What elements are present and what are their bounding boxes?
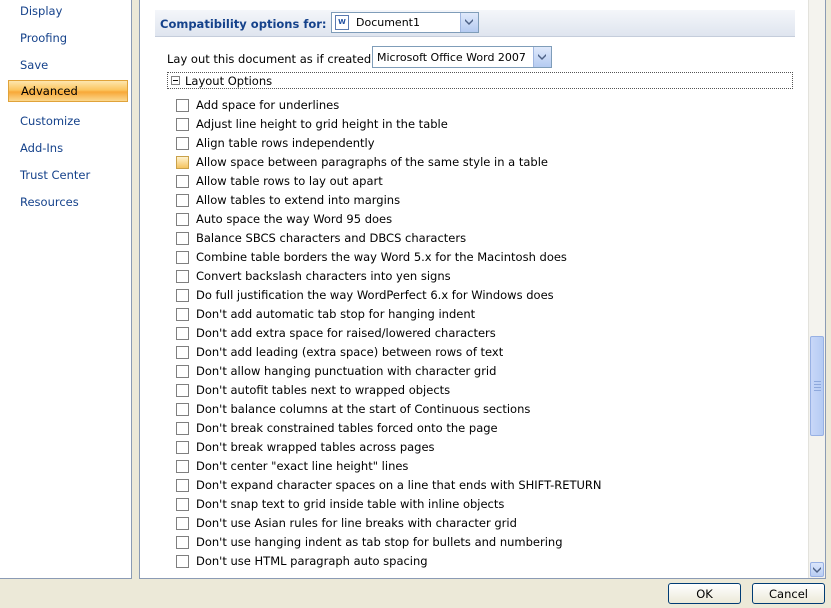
option-label: Don't break constrained tables forced on… [196,421,498,435]
option-checkbox[interactable] [176,99,189,112]
option-checkbox[interactable] [176,175,189,188]
option-label: Allow table rows to lay out apart [196,174,383,188]
option-label: Don't allow hanging punctuation with cha… [196,364,497,378]
option-checkbox[interactable] [176,422,189,435]
option-label: Do full justification the way WordPerfec… [196,288,554,302]
option-checkbox[interactable] [176,365,189,378]
option-checkbox[interactable] [176,137,189,150]
option-checkbox[interactable] [176,118,189,131]
scroll-down-button[interactable] [810,562,824,577]
option-checkbox[interactable] [176,232,189,245]
minus-box-icon[interactable] [171,76,180,85]
option-label: Don't balance columns at the start of Co… [196,402,531,416]
option-checkbox[interactable] [176,460,189,473]
option-label: Add space for underlines [196,98,340,112]
nav-item-proofing[interactable]: Proofing [8,27,128,49]
document-select-value: Document1 [356,16,420,29]
option-label: Don't use Asian rules for line breaks wi… [196,516,517,530]
nav-item-trust-center[interactable]: Trust Center [8,164,128,186]
compatibility-label: Compatibility options for: [160,17,327,31]
layout-as-label: Lay out this document as if created in: [167,52,390,66]
option-label: Don't autofit tables next to wrapped obj… [196,383,451,397]
option-checkbox[interactable] [176,479,189,492]
option-checkbox[interactable] [176,308,189,321]
option-checkbox[interactable] [176,517,189,530]
nav-item-resources[interactable]: Resources [8,191,128,213]
option-checkbox[interactable] [176,536,189,549]
option-checkbox[interactable] [176,156,189,169]
option-checkbox[interactable] [176,213,189,226]
nav-item-customize[interactable]: Customize [8,110,128,132]
word-document-icon: W [335,15,349,30]
option-label: Convert backslash characters into yen si… [196,269,451,283]
option-label: Don't add extra space for raised/lowered… [196,326,496,340]
option-label: Align table rows independently [196,136,375,150]
word-version-value: Microsoft Office Word 2007 [377,51,526,64]
option-checkbox[interactable] [176,194,189,207]
options-nav-pane: Display Proofing Save Advanced Customize… [0,0,132,579]
ok-button[interactable]: OK [668,583,741,604]
nav-item-advanced[interactable]: Advanced [8,80,128,102]
option-checkbox[interactable] [176,555,189,568]
scroll-thumb[interactable] [810,336,824,436]
vertical-scrollbar[interactable] [808,0,825,578]
nav-item-save[interactable]: Save [8,54,128,76]
word-version-select[interactable]: Microsoft Office Word 2007 [372,46,552,68]
option-label: Don't center "exact line height" lines [196,459,409,473]
option-label: Auto space the way Word 95 does [196,212,393,226]
option-checkbox[interactable] [176,498,189,511]
chevron-down-icon[interactable] [533,47,551,67]
option-checkbox[interactable] [176,270,189,283]
advanced-options-pane: Compatibility options for: W Document1 L… [139,0,826,579]
option-label: Don't break wrapped tables across pages [196,440,435,454]
document-select[interactable]: W Document1 [331,12,479,33]
option-checkbox[interactable] [176,441,189,454]
option-label: Don't add leading (extra space) between … [196,345,504,359]
option-checkbox[interactable] [176,327,189,340]
chevron-down-icon [813,567,821,573]
option-label: Adjust line height to grid height in the… [196,117,448,131]
option-label: Don't expand character spaces on a line … [196,478,602,492]
option-label: Balance SBCS characters and DBCS charact… [196,231,467,245]
option-checkbox[interactable] [176,403,189,416]
compatibility-header: Compatibility options for: W Document1 [155,10,795,37]
option-checkbox[interactable] [176,251,189,264]
option-checkbox[interactable] [176,346,189,359]
option-label: Don't add automatic tab stop for hanging… [196,307,476,321]
option-label: Allow space between paragraphs of the sa… [196,155,549,169]
nav-item-display[interactable]: Display [8,0,128,22]
layout-options-title: Layout Options [185,74,273,88]
option-label: Don't snap text to grid inside table wit… [196,497,505,511]
option-checkbox[interactable] [176,384,189,397]
nav-item-add-ins[interactable]: Add-Ins [8,137,128,159]
option-label: Don't use HTML paragraph auto spacing [196,554,428,568]
option-label: Combine table borders the way Word 5.x f… [196,250,567,264]
layout-options-group[interactable]: Layout Options [167,72,793,89]
option-checkbox[interactable] [176,289,189,302]
cancel-button[interactable]: Cancel [752,583,825,604]
chevron-down-icon[interactable] [460,13,478,32]
option-label: Don't use hanging indent as tab stop for… [196,535,563,549]
option-label: Allow tables to extend into margins [196,193,401,207]
